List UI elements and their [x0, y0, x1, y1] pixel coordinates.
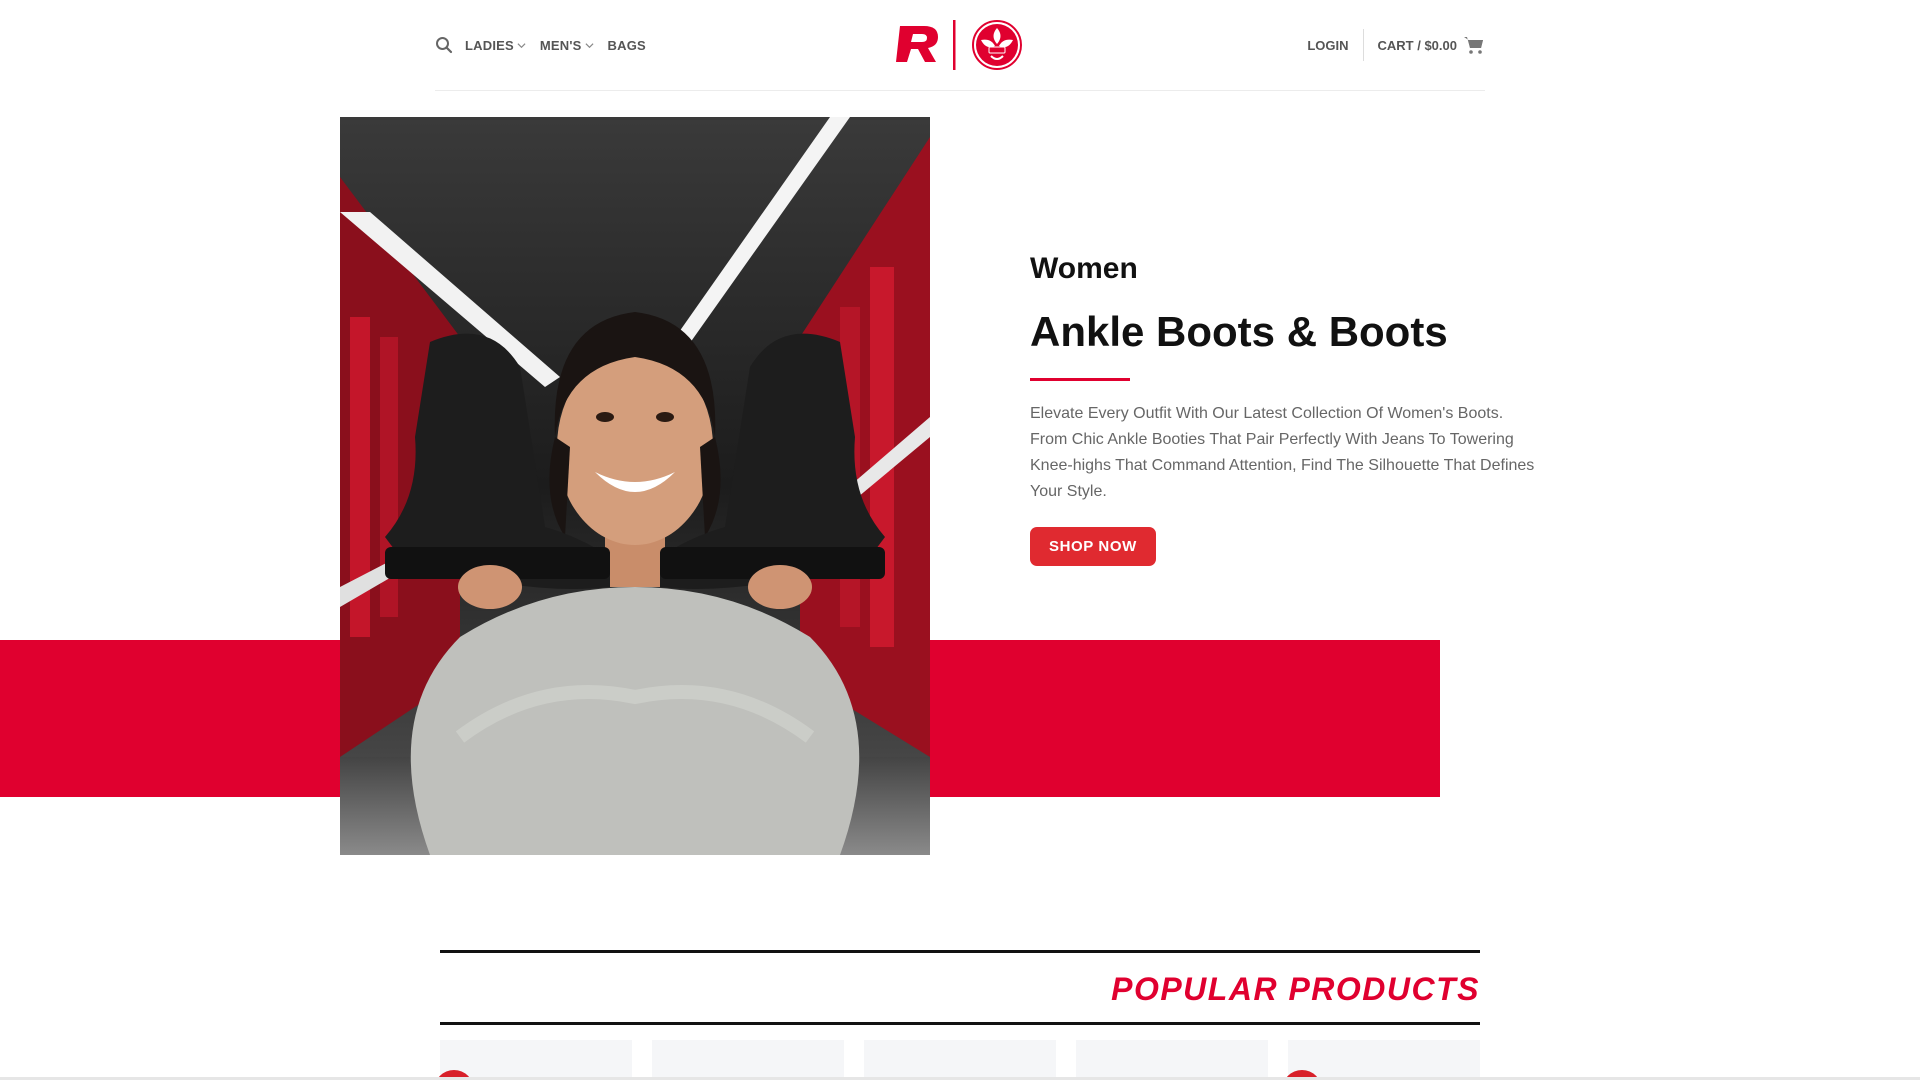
shop-now-button[interactable]: SHOP NOW	[1030, 527, 1156, 566]
product-card[interactable]	[1076, 1040, 1268, 1080]
hero-text-block: Women Ankle Boots & Boots Elevate Every …	[1030, 252, 1550, 566]
product-card[interactable]	[440, 1040, 632, 1080]
site-logo[interactable]	[894, 18, 1024, 72]
account-nav: LOGIN CART / $0.00	[1307, 29, 1485, 61]
product-card[interactable]	[1288, 1040, 1480, 1080]
nav-item-ladies[interactable]: LADIES	[465, 38, 526, 53]
hero-divider	[1030, 378, 1130, 381]
hero-headline: Ankle Boots & Boots	[1030, 308, 1448, 355]
cart-icon	[1464, 37, 1483, 54]
nav-item-label: LADIES	[465, 37, 514, 53]
site-header: LADIES MEN'S BAGS LOGIN CART / $0.00	[435, 0, 1485, 91]
rieker-logo	[896, 20, 1022, 70]
product-card[interactable]	[864, 1040, 1056, 1080]
search-icon[interactable]	[435, 36, 453, 54]
chevron-down-icon	[517, 42, 526, 48]
product-card[interactable]	[652, 1040, 844, 1080]
hero-image	[340, 117, 930, 855]
rieker-r-logo	[896, 26, 938, 62]
nav-item-label: BAGS	[607, 37, 646, 53]
cart-label: CART / $0.00	[1377, 37, 1457, 53]
product-row	[434, 1040, 1480, 1080]
login-link[interactable]: LOGIN	[1307, 29, 1364, 61]
logo-divider	[953, 20, 956, 70]
rieker-flower-logo	[972, 20, 1022, 70]
nav-item-mens[interactable]: MEN'S	[540, 38, 594, 53]
popular-products-title: POPULAR PRODUCTS	[1111, 971, 1480, 1007]
nav-item-label: MEN'S	[539, 37, 582, 53]
nav-item-bags[interactable]: BAGS	[608, 38, 646, 53]
hero-kicker: Women	[1030, 252, 1138, 285]
chevron-down-icon	[585, 42, 594, 48]
main-nav: LADIES MEN'S BAGS	[435, 36, 660, 54]
cart-link[interactable]: CART / $0.00	[1364, 35, 1485, 55]
hero-description: Elevate Every Outfit With Our Latest Col…	[1030, 405, 1535, 500]
woman-holding-boots-photo	[340, 117, 930, 855]
popular-products-header: POPULAR PRODUCTS	[440, 950, 1480, 1025]
